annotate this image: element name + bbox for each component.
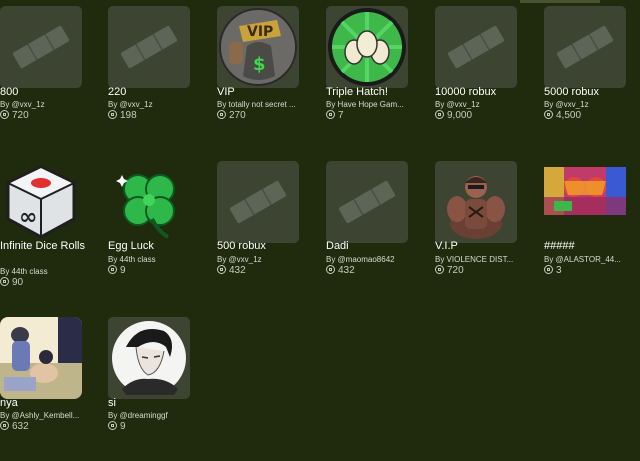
pass-creator[interactable]: By @vxv_1z — [108, 100, 208, 110]
pass-card-hashes[interactable]: ##### By @ALASTOR_44... 3 — [544, 155, 640, 305]
pass-name: nya — [0, 397, 18, 409]
pass-price: 9 — [108, 421, 126, 432]
pass-creator[interactable]: By @dreaminggf — [108, 411, 208, 421]
pass-name: Triple Hatch! — [326, 86, 388, 98]
portrait-sketch-icon — [108, 317, 190, 399]
pass-card-vip-violence[interactable]: V.I.P By VIOLENCE DIST... 720 — [435, 155, 539, 305]
muscular-character-icon — [435, 161, 517, 243]
pass-card-dadi[interactable]: Dadi By @maomao8642 432 — [326, 155, 430, 305]
ticket-icon — [544, 6, 626, 88]
pass-creator[interactable]: By @ALASTOR_44... — [544, 255, 640, 265]
pass-name: 800 — [0, 86, 19, 98]
robux-icon — [0, 110, 9, 119]
svg-text:VIP: VIP — [247, 24, 273, 40]
pass-name: si — [108, 397, 116, 409]
pass-card-triple-hatch[interactable]: Triple Hatch! By Have Hope Gam... 7 — [326, 0, 430, 150]
pass-price: 9 — [108, 265, 126, 276]
pass-creator[interactable]: By @vxv_1z — [435, 100, 535, 110]
pass-price: 7 — [326, 110, 344, 121]
robux-icon — [0, 277, 9, 286]
infinity-dice-icon: ∞ — [0, 161, 82, 243]
pass-name: V.I.P — [435, 240, 458, 252]
pass-name: VIP — [217, 86, 235, 98]
pass-name: 500 robux — [217, 240, 266, 252]
four-leaf-clover-icon — [108, 161, 190, 243]
ticket-icon — [108, 6, 190, 88]
robux-icon — [544, 110, 553, 119]
pass-price: 720 — [435, 265, 464, 276]
pass-creator[interactable]: By @vxv_1z — [0, 100, 100, 110]
pass-card-egg-luck[interactable]: Egg Luck By 44th class 9 — [108, 155, 212, 305]
ticket-icon — [435, 6, 517, 88]
pass-price: 198 — [108, 110, 137, 121]
pass-card-si[interactable]: si By @dreaminggf 9 — [108, 311, 212, 461]
pass-creator[interactable]: By @vxv_1z — [217, 255, 317, 265]
robux-icon — [108, 421, 117, 430]
pass-card-10000-robux[interactable]: 10000 robux By @vxv_1z 9,000 — [435, 0, 539, 150]
pass-creator[interactable]: By 44th class — [108, 255, 208, 265]
pass-creator[interactable]: By totally not secret ... — [217, 100, 317, 110]
svg-text:$: $ — [253, 54, 266, 75]
robux-icon — [544, 265, 553, 274]
robux-icon — [108, 110, 117, 119]
pass-name: 10000 robux — [435, 86, 497, 98]
robux-icon — [326, 265, 335, 274]
pass-name: Dadi — [326, 240, 349, 252]
pass-card-5000-robux[interactable]: 5000 robux By @vxv_1z 4,500 — [544, 0, 640, 150]
pass-card-nya[interactable]: nya By @Ashly_Kembell... 632 — [0, 311, 104, 461]
ticket-icon — [217, 161, 299, 243]
vip-money-bag-icon: VIP $ — [217, 6, 299, 88]
pass-name: Infinite Dice Rolls — [0, 240, 85, 252]
pass-creator[interactable]: By @maomao8642 — [326, 255, 426, 265]
robux-icon — [435, 110, 444, 119]
pass-price: 9,000 — [435, 110, 472, 121]
pass-name: 220 — [108, 86, 127, 98]
anime-character-icon — [0, 317, 82, 399]
robux-icon — [217, 265, 226, 274]
pass-creator[interactable]: By Have Hope Gam... — [326, 100, 426, 110]
pass-price: 270 — [217, 110, 246, 121]
robux-icon — [217, 110, 226, 119]
pass-creator[interactable]: By 44th class — [0, 267, 100, 277]
robux-icon — [0, 421, 9, 430]
pass-name: Egg Luck — [108, 240, 154, 252]
ticket-icon — [326, 161, 408, 243]
pass-card-800[interactable]: 800 By @vxv_1z 720 — [0, 0, 104, 150]
pass-creator[interactable]: By VIOLENCE DIST... — [435, 255, 535, 265]
pass-name: 5000 robux — [544, 86, 600, 98]
pass-card-infinite-dice-rolls[interactable]: ∞ Infinite Dice Rolls By 44th class 90 — [0, 155, 104, 305]
pass-price: 3 — [544, 265, 562, 276]
robux-icon — [326, 110, 335, 119]
pass-card-220[interactable]: 220 By @vxv_1z 198 — [108, 0, 212, 150]
colorful-art-icon — [544, 161, 626, 243]
pass-price: 90 — [0, 277, 23, 288]
pass-price: 632 — [0, 421, 29, 432]
pass-creator[interactable]: By @Ashly_Kembell... — [0, 411, 100, 421]
pass-card-500-robux[interactable]: 500 robux By @vxv_1z 432 — [217, 155, 321, 305]
pass-name: ##### — [544, 240, 575, 252]
pass-price: 432 — [217, 265, 246, 276]
pass-price: 4,500 — [544, 110, 581, 121]
pass-creator[interactable]: By @vxv_1z — [544, 100, 640, 110]
ticket-icon — [0, 6, 82, 88]
svg-text:∞: ∞ — [19, 205, 37, 230]
robux-icon — [108, 265, 117, 274]
pass-card-vip[interactable]: VIP $ VIP By totally not secret ... 270 — [217, 0, 321, 150]
robux-icon — [435, 265, 444, 274]
pass-price: 432 — [326, 265, 355, 276]
pass-price: 720 — [0, 110, 29, 121]
three-eggs-icon — [326, 6, 408, 88]
